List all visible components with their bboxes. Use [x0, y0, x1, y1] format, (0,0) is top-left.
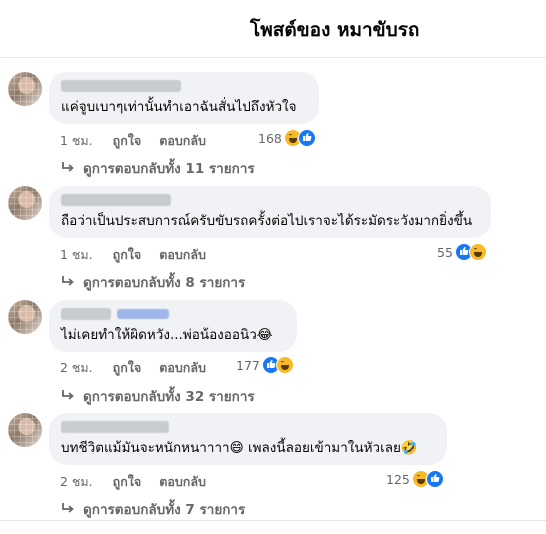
replies-label: ดูการตอบกลับทั้ง 7 รายการ: [83, 502, 246, 518]
reply-button[interactable]: ตอบกลับ: [159, 245, 206, 265]
reaction-count: 168: [258, 130, 282, 146]
haha-icon: [275, 356, 294, 374]
reply-button[interactable]: ตอบกลับ: [159, 131, 206, 151]
like-button[interactable]: ถูกใจ: [113, 131, 142, 151]
view-replies-link[interactable]: ดูการตอบกลับทั้ง 11 รายการ: [61, 157, 255, 179]
comment-text: ถือว่าเป็นประสบการณ์ครับขับรถครั้งต่อไปเ…: [61, 213, 473, 229]
reaction-summary[interactable]: 177: [236, 356, 294, 374]
comment-bubble: แค่จูบเบาๆเท่านั้นทำเอาฉันสั่นไปถึงหัวใจ: [49, 72, 319, 124]
avatar[interactable]: [8, 413, 42, 447]
reply-arrow-icon: [62, 390, 74, 400]
reaction-summary[interactable]: 125: [386, 470, 444, 488]
reply-arrow-icon: [62, 503, 74, 513]
comment-bubble: ไม่เคยทำให้ผิดหวัง...พ่อน้องออนิว😂: [49, 300, 297, 352]
avatar[interactable]: [8, 72, 42, 106]
avatar[interactable]: [8, 186, 42, 220]
divider: [0, 520, 546, 521]
reaction-count: 125: [386, 471, 410, 487]
reply-button[interactable]: ตอบกลับ: [159, 358, 206, 378]
like-icon: [425, 470, 444, 488]
haha-icon: [468, 243, 487, 261]
comment-actions: 1 ชม. ถูกใจ ตอบกลับ: [60, 245, 224, 265]
page-title: โพสต์ของ หมาขับรถ: [250, 19, 420, 41]
author-name-redacted[interactable]: [61, 308, 111, 320]
comment-actions: 2 ชม. ถูกใจ ตอบกลับ: [60, 472, 224, 492]
comment-bubble: ถือว่าเป็นประสบการณ์ครับขับรถครั้งต่อไปเ…: [49, 186, 491, 238]
reply-arrow-icon: [62, 162, 74, 172]
comment-time[interactable]: 1 ชม.: [60, 131, 93, 151]
author-name-redacted[interactable]: [61, 421, 169, 433]
comment-actions: 1 ชม. ถูกใจ ตอบกลับ: [60, 131, 224, 151]
comment-text: แค่จูบเบาๆเท่านั้นทำเอาฉันสั่นไปถึงหัวใจ: [61, 99, 297, 115]
reply-arrow-icon: [62, 276, 74, 286]
comment-time[interactable]: 1 ชม.: [60, 245, 93, 265]
reaction-count: 177: [236, 357, 260, 373]
like-button[interactable]: ถูกใจ: [113, 358, 142, 378]
reaction-summary[interactable]: 168: [258, 129, 316, 147]
comment-time[interactable]: 2 ชม.: [60, 358, 93, 378]
author-badge-redacted: [117, 309, 169, 319]
comment-actions: 2 ชม. ถูกใจ ตอบกลับ: [60, 358, 224, 378]
reaction-summary[interactable]: 55: [437, 243, 487, 261]
like-button[interactable]: ถูกใจ: [113, 472, 142, 492]
view-replies-link[interactable]: ดูการตอบกลับทั้ง 8 รายการ: [61, 271, 245, 293]
author-name-redacted[interactable]: [61, 80, 181, 92]
replies-label: ดูการตอบกลับทั้ง 11 รายการ: [83, 161, 255, 177]
comment-bubble: บทชีวิตแม้มันจะหนักหนาาาา😄 เพลงนี้ลอยเข้…: [49, 413, 447, 465]
reaction-count: 55: [437, 244, 453, 260]
replies-label: ดูการตอบกลับทั้ง 8 รายการ: [83, 275, 246, 291]
comment-text: ไม่เคยทำให้ผิดหวัง...พ่อน้องออนิว😂: [61, 327, 273, 343]
like-button[interactable]: ถูกใจ: [113, 245, 142, 265]
like-icon: [297, 129, 316, 147]
avatar[interactable]: [8, 300, 42, 334]
comment-time[interactable]: 2 ชม.: [60, 472, 93, 492]
author-name-redacted[interactable]: [61, 194, 171, 206]
view-replies-link[interactable]: ดูการตอบกลับทั้ง 7 รายการ: [61, 498, 245, 520]
post-header: โพสต์ของ หมาขับรถ: [0, 0, 546, 58]
view-replies-link[interactable]: ดูการตอบกลับทั้ง 32 รายการ: [61, 385, 255, 407]
reply-button[interactable]: ตอบกลับ: [159, 472, 206, 492]
comment-text: บทชีวิตแม้มันจะหนักหนาาาา😄 เพลงนี้ลอยเข้…: [61, 440, 418, 456]
replies-label: ดูการตอบกลับทั้ง 32 รายการ: [83, 389, 255, 405]
